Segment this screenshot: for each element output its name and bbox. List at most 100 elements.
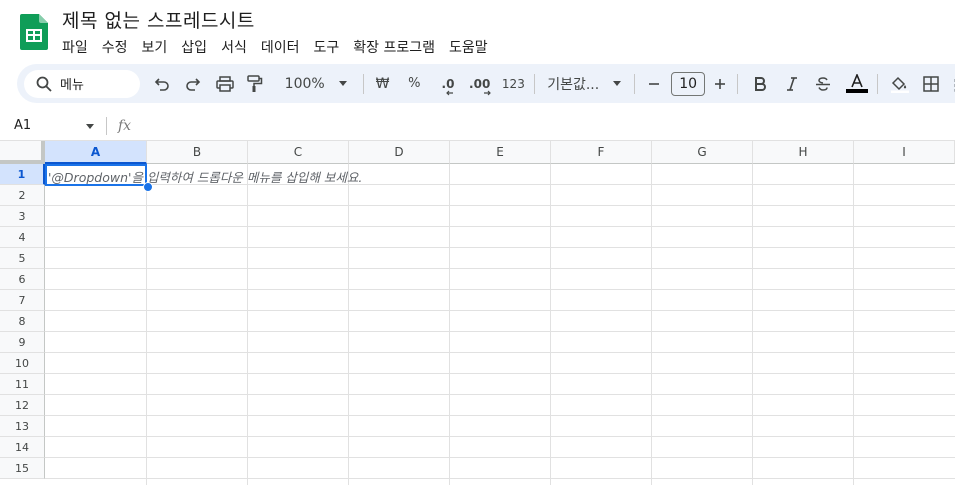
grid-line bbox=[45, 457, 955, 458]
menu-tools[interactable]: 도구 bbox=[313, 36, 345, 58]
menu-view[interactable]: 보기 bbox=[142, 36, 174, 58]
row-header-2[interactable]: 2 bbox=[0, 185, 45, 206]
row-header-14[interactable]: 14 bbox=[0, 437, 45, 458]
undo-icon bbox=[154, 77, 169, 91]
row-header-4[interactable]: 4 bbox=[0, 227, 45, 248]
toolbar-divider bbox=[736, 73, 738, 94]
menu-search-input[interactable]: 메뉴 bbox=[24, 69, 140, 98]
chevron-down-icon[interactable] bbox=[86, 124, 94, 129]
grid-line bbox=[45, 373, 955, 374]
grid-line bbox=[853, 164, 854, 485]
grid-line bbox=[348, 164, 349, 485]
row-header-1[interactable]: 1 bbox=[0, 164, 45, 185]
merge-cells-button[interactable] bbox=[949, 70, 955, 98]
chevron-down-icon bbox=[338, 81, 347, 86]
column-header-a[interactable]: A bbox=[45, 141, 147, 164]
grid-line bbox=[45, 268, 955, 269]
column-header-c[interactable]: C bbox=[248, 141, 349, 164]
toolbar: 메뉴 100% ₩ % .0 .00 123 기본값... 10 bbox=[17, 64, 955, 103]
column-header-b[interactable]: B bbox=[147, 141, 248, 164]
row-header-7[interactable]: 7 bbox=[0, 290, 45, 311]
toolbar-divider bbox=[534, 73, 536, 94]
text-color-button[interactable] bbox=[843, 70, 871, 98]
arrow-right-icon bbox=[483, 90, 491, 95]
column-header-d[interactable]: D bbox=[349, 141, 450, 164]
arrow-left-icon bbox=[446, 90, 454, 95]
row-header-13[interactable]: 13 bbox=[0, 416, 45, 437]
column-header-g[interactable]: G bbox=[652, 141, 753, 164]
grid-line bbox=[247, 164, 248, 485]
column-header-f[interactable]: F bbox=[551, 141, 652, 164]
google-sheets-logo-icon[interactable] bbox=[20, 14, 48, 50]
strikethrough-button[interactable] bbox=[811, 70, 835, 98]
row-header-11[interactable]: 11 bbox=[0, 374, 45, 395]
redo-button[interactable] bbox=[180, 70, 208, 98]
increase-decimal-button[interactable]: .00 bbox=[465, 70, 495, 98]
fill-color-button[interactable] bbox=[886, 70, 914, 98]
undo-button[interactable] bbox=[148, 70, 176, 98]
font-size-value: 10 bbox=[671, 71, 706, 96]
row-header-10[interactable]: 10 bbox=[0, 353, 45, 374]
menu-extensions[interactable]: 확장 프로그램 bbox=[353, 36, 441, 58]
row-header-3[interactable]: 3 bbox=[0, 206, 45, 227]
chevron-down-icon bbox=[613, 81, 622, 86]
italic-button[interactable] bbox=[780, 70, 804, 98]
grid-line bbox=[45, 205, 955, 206]
spreadsheet-grid[interactable]: A B C D E F G H I 1 2 3 4 5 6 7 8 9 10 1… bbox=[0, 141, 955, 485]
font-family-value: 기본값... bbox=[547, 76, 600, 93]
text-color-icon bbox=[851, 74, 863, 88]
fx-icon: fx bbox=[118, 118, 132, 134]
text-color-swatch bbox=[846, 89, 869, 93]
row-header-5[interactable]: 5 bbox=[0, 248, 45, 269]
row-header-12[interactable]: 12 bbox=[0, 395, 45, 416]
column-header-h[interactable]: H bbox=[753, 141, 854, 164]
search-icon bbox=[36, 76, 52, 92]
grid-line bbox=[752, 164, 753, 485]
zoom-value: 100% bbox=[284, 75, 325, 92]
grid-line bbox=[45, 415, 955, 416]
grid-line bbox=[651, 164, 652, 485]
borders-button[interactable] bbox=[918, 70, 946, 98]
strikethrough-icon bbox=[816, 76, 831, 91]
increase-decimal-label: .00 bbox=[469, 76, 491, 91]
grid-line bbox=[45, 247, 955, 248]
menu-file[interactable]: 파일 bbox=[62, 36, 94, 58]
decrease-decimal-button[interactable]: .0 bbox=[433, 70, 463, 98]
select-all-corner[interactable] bbox=[0, 141, 45, 164]
number-format-button[interactable]: 123 bbox=[499, 70, 529, 98]
menu-format[interactable]: 서식 bbox=[221, 36, 253, 58]
grid-line bbox=[45, 310, 955, 311]
paint-format-button[interactable] bbox=[241, 70, 269, 98]
column-header-i[interactable]: I bbox=[854, 141, 955, 164]
formula-input[interactable] bbox=[140, 114, 940, 136]
currency-format-button[interactable]: ₩ bbox=[370, 70, 396, 98]
fill-handle[interactable] bbox=[143, 182, 153, 192]
font-family-select[interactable]: 기본값... bbox=[547, 70, 626, 98]
row-header-15[interactable]: 15 bbox=[0, 458, 45, 479]
active-cell-a1[interactable] bbox=[45, 164, 147, 186]
menu-help[interactable]: 도움말 bbox=[449, 36, 494, 58]
decrease-font-size-button[interactable] bbox=[643, 70, 665, 98]
menu-insert[interactable]: 삽입 bbox=[181, 36, 213, 58]
row-header-6[interactable]: 6 bbox=[0, 269, 45, 290]
print-button[interactable] bbox=[211, 70, 239, 98]
document-title[interactable]: 제목 없는 스프레드시트 bbox=[62, 6, 255, 33]
grid-line bbox=[550, 164, 551, 485]
currency-label: ₩ bbox=[375, 75, 390, 92]
redo-icon bbox=[186, 77, 201, 91]
name-box[interactable]: A1 bbox=[14, 118, 31, 133]
row-header-8[interactable]: 8 bbox=[0, 311, 45, 332]
menu-data[interactable]: 데이터 bbox=[261, 36, 306, 58]
bold-button[interactable] bbox=[748, 70, 772, 98]
column-header-e[interactable]: E bbox=[450, 141, 551, 164]
increase-font-size-button[interactable] bbox=[709, 70, 731, 98]
percent-label: % bbox=[408, 76, 421, 91]
font-size-input[interactable]: 10 bbox=[671, 70, 706, 98]
italic-icon bbox=[786, 76, 797, 91]
decrease-decimal-label: .0 bbox=[441, 76, 455, 91]
grid-line bbox=[146, 164, 147, 485]
row-header-9[interactable]: 9 bbox=[0, 332, 45, 353]
percent-format-button[interactable]: % bbox=[401, 70, 427, 98]
zoom-select[interactable]: 100% bbox=[281, 70, 351, 98]
menu-edit[interactable]: 수정 bbox=[102, 36, 134, 58]
